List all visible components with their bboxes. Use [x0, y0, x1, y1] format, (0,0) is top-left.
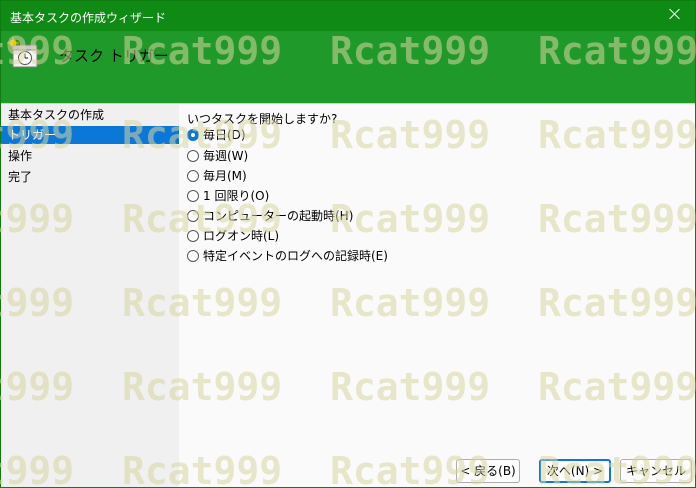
- option-label: コンピューターの起動時(H): [203, 209, 354, 223]
- radio-option-weekly[interactable]: 毎週(W): [187, 147, 248, 165]
- radio-option-event-log[interactable]: 特定イベントのログへの記録時(E): [187, 247, 388, 265]
- trigger-options: いつタスクを開始しますか? 毎日(D) 毎週(W) 毎月(M) 1 回限り(O)…: [187, 104, 695, 487]
- radio-option-one-time[interactable]: 1 回限り(O): [187, 187, 269, 205]
- option-label: ログオン時(L): [203, 229, 280, 243]
- step-finish[interactable]: 完了: [1, 168, 179, 186]
- cancel-button[interactable]: キャンセル: [620, 459, 692, 483]
- radio-button[interactable]: [187, 249, 199, 262]
- radio-button[interactable]: [187, 149, 199, 162]
- radio-button[interactable]: [187, 128, 199, 141]
- radio-button[interactable]: [187, 229, 199, 242]
- radio-option-daily[interactable]: 毎日(D): [187, 126, 246, 144]
- radio-option-logon[interactable]: ログオン時(L): [187, 227, 279, 245]
- steps-panel: 基本タスクの作成 トリガー 操作 完了: [1, 104, 179, 487]
- wizard-window: 基本タスクの作成ウィザード タスク トリガー 基本タスクの作成 トリガー 操作 …: [0, 0, 696, 488]
- option-label: 1 回限り(O): [203, 189, 270, 203]
- calendar-clock-icon: [7, 37, 38, 68]
- step-create-basic-task[interactable]: 基本タスクの作成: [1, 106, 179, 124]
- step-action[interactable]: 操作: [1, 147, 179, 165]
- option-label: 毎日(D): [203, 128, 246, 142]
- question-label: いつタスクを開始しますか?: [187, 112, 338, 126]
- page-title: タスク トリガー: [59, 47, 169, 65]
- next-button[interactable]: 次へ(N) >: [539, 459, 611, 483]
- option-label: 特定イベントのログへの記録時(E): [203, 249, 388, 263]
- radio-option-monthly[interactable]: 毎月(M): [187, 167, 247, 185]
- option-label: 毎月(M): [203, 169, 247, 183]
- close-icon[interactable]: [665, 5, 685, 25]
- back-button[interactable]: < 戻る(B): [456, 459, 520, 483]
- radio-option-computer-startup[interactable]: コンピューターの起動時(H): [187, 207, 353, 225]
- radio-button[interactable]: [187, 209, 199, 222]
- window-title: 基本タスクの作成ウィザード: [10, 11, 167, 25]
- title-bar: 基本タスクの作成ウィザード: [1, 1, 695, 31]
- radio-button[interactable]: [187, 169, 199, 182]
- wizard-header: タスク トリガー: [1, 31, 695, 103]
- step-trigger[interactable]: トリガー: [1, 126, 179, 144]
- radio-button[interactable]: [187, 189, 199, 202]
- option-label: 毎週(W): [203, 149, 249, 163]
